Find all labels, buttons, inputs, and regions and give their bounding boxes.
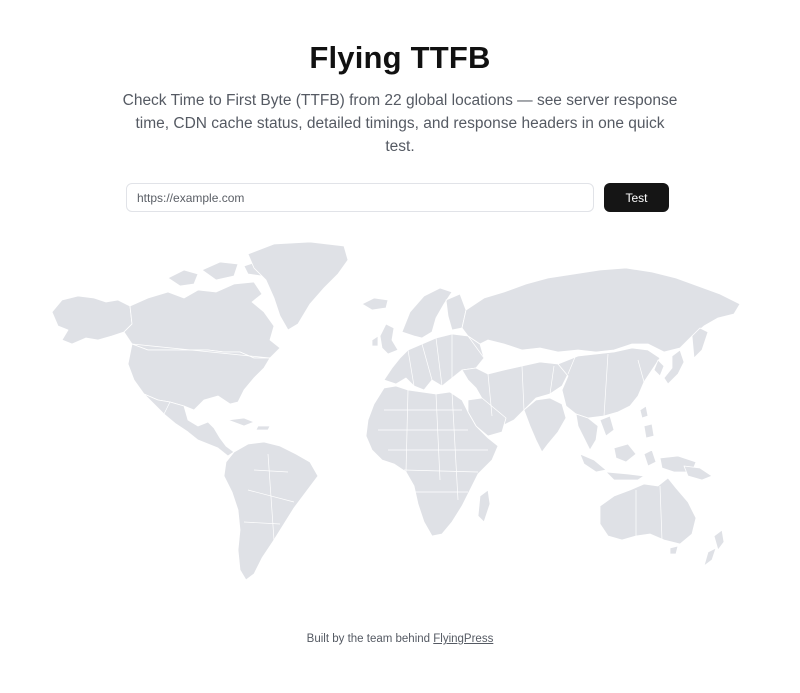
region-papua [683,465,713,481]
region-uk [371,323,399,355]
region-canada [123,281,281,359]
region-madagascar [477,489,491,523]
region-scandinavia [401,287,467,339]
page-title: Flying TTFB [309,40,491,75]
region-europe [383,333,485,391]
region-australia [599,477,697,545]
region-south-america [223,441,319,581]
world-map [48,240,748,590]
url-test-form: Test [126,183,669,214]
region-philippines [639,405,655,439]
flyingpress-link[interactable]: FlyingPress [433,633,493,645]
footer-text: Built by the team behind [306,633,431,645]
world-map-icon [51,241,741,581]
region-japan [653,349,685,385]
page: Flying TTFB Check Time to First Byte (TT… [0,0,800,693]
test-button[interactable]: Test [604,183,669,212]
footer: Built by the team behind FlyingPress [0,633,800,645]
region-caribbean [227,417,271,431]
region-iceland [361,297,389,311]
page-subtitle: Check Time to First Byte (TTFB) from 22 … [122,92,678,155]
region-southeast-asia [575,413,615,451]
region-alaska [51,295,133,345]
region-indonesia [579,443,697,481]
region-india [523,397,567,453]
url-input[interactable] [126,183,594,212]
